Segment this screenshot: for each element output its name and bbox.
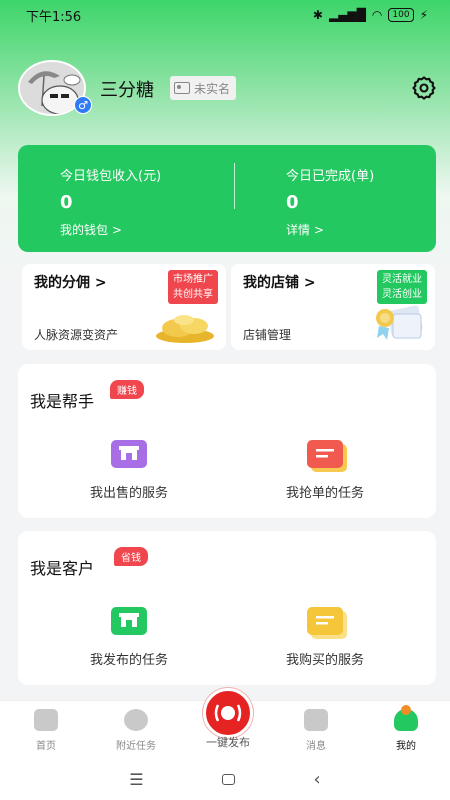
gold-coins-icon [156,315,214,343]
status-time: 下午1:56 [26,9,82,25]
completed-title: 今日已完成(单) [286,169,375,184]
nav-item-messages[interactable]: 消息 [281,709,351,752]
message-icon [304,709,328,731]
gender-male-icon: ♂ [74,96,92,114]
flexible-work-tag-line1: 灵活就业 [382,274,422,285]
income-title: 今日钱包收入(元) [60,169,162,184]
market-promo-tag: 市场推广 共创共享 [168,270,218,304]
customer-section-title: 我是客户 [30,559,95,578]
flexible-work-tag-line2: 灵活创业 [382,289,422,300]
status-icons: ✱ ▂▄▆█ ◠ 100 ⚡ [313,8,428,22]
my-sold-services-button[interactable]: 我出售的服务 [54,440,204,501]
my-commission-subtitle: 人脉资源变资产 [34,328,119,342]
my-store-card[interactable]: 我的店铺 > 灵活就业 灵活创业 店铺管理 [231,264,435,350]
nav-item-nearby-tasks[interactable]: 附近任务 [101,709,171,752]
wallet-divider [234,163,235,209]
publish-button[interactable] [203,688,253,738]
publish-label: 一键发布 [206,736,250,749]
verify-status-tag[interactable]: 未实名 [170,76,237,100]
profile-header: ♂ 三分糖 未实名 [18,60,438,118]
my-grabbed-tasks-label: 我抢单的任务 [285,486,364,501]
id-card-icon [174,82,190,94]
signal-icon: ▂▄▆█ [328,8,366,22]
my-wallet-link[interactable]: 我的钱包 > [60,221,161,238]
store-icon [111,440,147,468]
my-posted-tasks-button[interactable]: 我发布的任务 [54,607,204,668]
home-shield-icon [34,709,58,731]
charging-icon: ⚡ [419,8,428,22]
completed-value: 0 [286,192,299,213]
nav-home-label: 首页 [36,741,56,752]
wallet-summary-card: 今日钱包收入(元) 0 我的钱包 > 今日已完成(单) 0 详情 > [18,145,436,252]
my-purchased-services-button[interactable]: 我购买的服务 [250,607,400,668]
earn-money-badge: 赚钱 [110,380,144,399]
completed-column: 今日已完成(单) 0 详情 > [286,165,374,238]
store-icon [111,607,147,635]
broadcast-icon [214,704,242,722]
task-list-icon [307,607,343,635]
task-list-icon [307,440,343,468]
my-commission-title: 我的分佣 > [34,275,107,291]
nav-mine-label: 我的 [396,741,416,752]
certificate-icon [376,305,423,340]
helper-section: 我是帮手 赚钱 我出售的服务 我抢单的任务 [18,364,436,518]
username: 三分糖 [100,80,154,101]
market-promo-tag-line2: 共创共享 [173,289,213,300]
nav-nearby-label: 附近任务 [116,741,156,752]
customer-section: 我是客户 省钱 我发布的任务 我购买的服务 [18,531,436,685]
home-square-icon[interactable] [222,773,236,785]
nav-item-mine[interactable]: 我的 [371,705,441,752]
settings-gear-icon[interactable] [410,74,438,102]
income-value: 0 [60,192,73,213]
details-link[interactable]: 详情 > [286,221,374,238]
save-money-badge: 省钱 [114,547,148,566]
bluetooth-icon: ✱ [312,8,323,22]
flexible-work-tag: 灵活就业 灵活创业 [377,270,427,304]
my-commission-card[interactable]: 我的分佣 > 市场推广 共创共享 人脉资源变资产 [22,264,226,350]
my-purchased-services-label: 我购买的服务 [285,653,364,668]
income-column: 今日钱包收入(元) 0 我的钱包 > [60,165,161,238]
verify-status-label: 未实名 [194,81,231,96]
my-store-subtitle: 店铺管理 [243,328,292,342]
wifi-icon: ◠ [371,8,383,22]
market-promo-tag-line1: 市场推广 [173,274,213,285]
helper-section-title: 我是帮手 [30,392,95,411]
my-sold-services-label: 我出售的服务 [89,486,168,501]
system-navigation-bar: ☰ ‹ [0,758,450,800]
status-bar: 下午1:56 ✱ ▂▄▆█ ◠ 100 ⚡ [0,0,450,30]
back-icon[interactable]: ‹ [314,769,321,790]
menu-icon[interactable]: ☰ [129,770,143,789]
my-posted-tasks-label: 我发布的任务 [89,653,168,668]
my-store-title: 我的店铺 > [243,275,316,291]
nearby-icon [124,709,148,731]
nav-messages-label: 消息 [306,741,326,752]
my-grabbed-tasks-button[interactable]: 我抢单的任务 [250,440,400,501]
profile-icon [394,705,418,731]
nav-item-home[interactable]: 首页 [11,709,81,752]
battery-icon: 100 [388,8,414,22]
